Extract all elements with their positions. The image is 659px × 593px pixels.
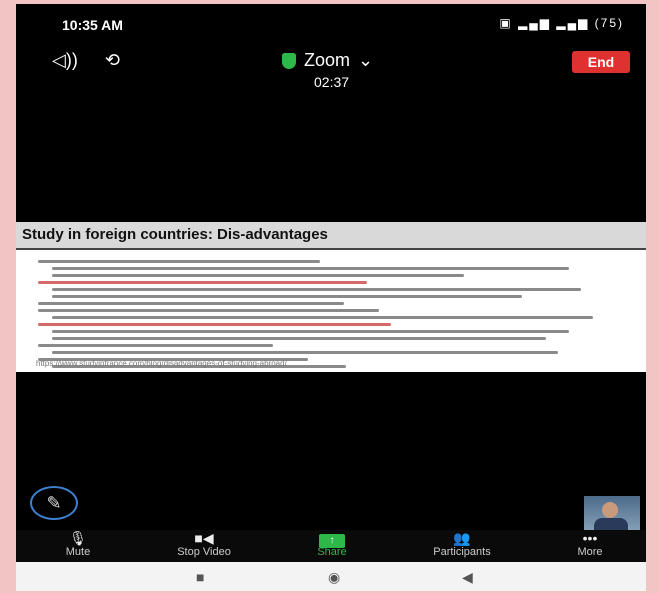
chevron-down-icon: ⌄ bbox=[358, 50, 374, 70]
top-left-controls: ◁)) ⟲ bbox=[52, 50, 142, 71]
self-video-thumbnail[interactable] bbox=[584, 496, 640, 534]
android-nav-bar: ■ ◉ ◀ bbox=[16, 562, 646, 591]
phone-screen: 10:35 AM ▣ ▂▄▆ ▂▄▆ (75) ◁)) ⟲ Zoom ⌄ 02:… bbox=[16, 4, 646, 591]
status-icons: ▣ ▂▄▆ ▂▄▆ (75) bbox=[499, 16, 624, 30]
slide-title: Study in foreign countries: Dis-advantag… bbox=[16, 222, 646, 250]
home-icon[interactable]: ◉ bbox=[328, 569, 340, 586]
more-button[interactable]: ••• More bbox=[540, 530, 640, 558]
shield-icon bbox=[282, 52, 296, 69]
video-camera-icon: ■◀ bbox=[194, 530, 214, 546]
slide-body bbox=[16, 250, 646, 368]
meeting-title-dropdown[interactable]: Zoom ⌄ bbox=[282, 50, 373, 71]
meeting-timer: 02:37 bbox=[314, 74, 350, 90]
slide-url: https://www.studyinfrance.com/blog/disad… bbox=[36, 359, 287, 368]
meeting-toolbar: 🎙 Mute ■◀ Stop Video ↑ Share 👥 Participa… bbox=[16, 530, 646, 562]
microphone-icon: 🎙 bbox=[69, 530, 87, 546]
share-label: Share bbox=[317, 546, 347, 558]
more-icon: ••• bbox=[582, 530, 598, 546]
back-icon[interactable]: ◀ bbox=[462, 569, 473, 586]
camera-switch-icon[interactable]: ⟲ bbox=[105, 50, 120, 70]
share-button[interactable]: ↑ Share bbox=[282, 530, 382, 558]
speaker-icon[interactable]: ◁)) bbox=[52, 50, 78, 70]
participants-button[interactable]: 👥 Participants bbox=[412, 530, 512, 558]
participants-icon: 👥 bbox=[453, 530, 471, 546]
annotate-pencil-icon[interactable]: ✎ bbox=[30, 486, 78, 520]
stop-video-label: Stop Video bbox=[177, 546, 231, 558]
shared-slide: Study in foreign countries: Dis-advantag… bbox=[16, 222, 646, 372]
participants-label: Participants bbox=[433, 546, 491, 558]
end-button[interactable]: End bbox=[572, 51, 630, 73]
status-time: 10:35 AM bbox=[62, 17, 123, 33]
more-label: More bbox=[577, 546, 603, 558]
recent-apps-icon[interactable]: ■ bbox=[196, 569, 204, 585]
mute-button[interactable]: 🎙 Mute bbox=[28, 530, 128, 558]
meeting-name: Zoom bbox=[304, 50, 351, 70]
status-bar: 10:35 AM ▣ ▂▄▆ ▂▄▆ (75) bbox=[16, 4, 646, 42]
stop-video-button[interactable]: ■◀ Stop Video bbox=[154, 530, 254, 558]
mute-label: Mute bbox=[65, 546, 91, 558]
